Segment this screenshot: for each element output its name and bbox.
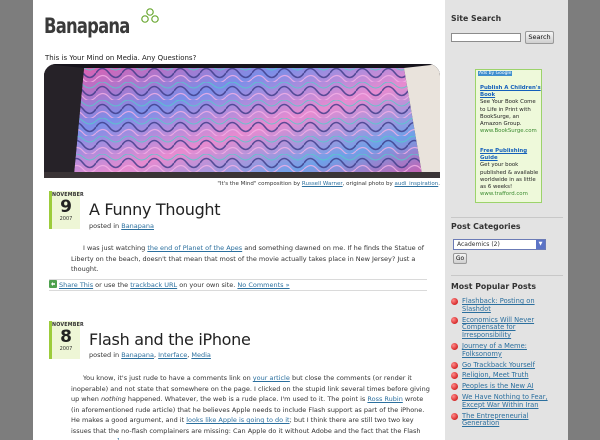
popular-post-title: The Entrepreneurial Generation <box>462 411 529 428</box>
post-paragraph: I was just watching the end of Planet of… <box>71 243 433 275</box>
caption-author-link[interactable]: Russell Warner <box>302 181 343 187</box>
share-text: on your own site. <box>177 281 238 289</box>
bullet-icon <box>451 383 458 391</box>
movie-link[interactable]: the end of Planet of the Apes <box>147 244 242 252</box>
trackback-link[interactable]: trackback URL <box>130 281 177 289</box>
popular-post-title: Go Trackback Yourself <box>462 360 536 369</box>
bullet-icon <box>451 393 458 401</box>
popular-post-title: Religion, Meet Truth <box>462 371 529 380</box>
category-select[interactable]: Academics (2) ▼ <box>453 239 546 250</box>
ad-text: See Your Book Come to Life in Print with… <box>480 99 536 128</box>
popular-post-link[interactable]: The Entrepreneurial Generation <box>451 411 563 429</box>
post-meta: posted in Banapana, Interface, Media <box>89 351 211 359</box>
bullet-icon <box>451 298 458 305</box>
popular-post-link[interactable]: We Have Nothing to Fear, Except War With… <box>451 392 563 410</box>
ad-text: Get your book published & available worl… <box>480 162 539 191</box>
category-select-value: Academics (2) <box>457 241 500 248</box>
main-column: Banapana This is Your Mind on Media. Any… <box>33 0 445 440</box>
bullet-icon <box>451 361 458 369</box>
ad-title[interactable]: Publish A Children's Book <box>480 85 542 99</box>
category-link[interactable]: Media <box>191 351 211 359</box>
apple-link[interactable]: looks like Apple is going to do it <box>186 416 289 424</box>
popular-post-title: Flashback: Posting on Slashdot <box>462 297 535 313</box>
banner-image <box>44 64 440 178</box>
post-year: 2007 <box>59 346 73 352</box>
popular-post-link[interactable]: Flashback: Posting on Slashdot <box>451 297 563 314</box>
ad-unit[interactable]: Free Publishing Guide Get your book publ… <box>480 148 542 198</box>
caption-text: , original photo by <box>342 181 395 187</box>
posted-in-label: posted in <box>89 222 120 230</box>
post-year: 2007 <box>59 216 73 222</box>
post-day: 8 <box>60 327 72 347</box>
select-arrow-icon: ▼ <box>536 240 545 249</box>
post-meta: posted in Banapana <box>89 222 154 230</box>
logo-mark-icon <box>141 8 159 23</box>
caption-photographer-link[interactable]: audi_inspiration <box>395 181 439 187</box>
caption-text: . <box>438 181 440 187</box>
body-text: I was just watching <box>83 244 148 252</box>
share-this-link[interactable]: Share This <box>59 281 93 289</box>
post-date-badge: NOVEMBER 8 2007 <box>49 321 84 359</box>
author-link[interactable]: Ross Rubin <box>367 395 402 403</box>
bullet-icon <box>451 342 458 350</box>
ads-by-google-label[interactable]: Ads by Google <box>478 71 513 76</box>
site-tagline: This is Your Mind on Media. Any Question… <box>45 54 197 62</box>
sidebar: Site Search Search Ads by Google Publish… <box>445 0 568 440</box>
body-text: You know, it's just rude to have a comme… <box>83 374 253 382</box>
post-body: You know, it's just rude to have a comme… <box>71 373 433 440</box>
bullet-icon <box>451 412 458 420</box>
category-link[interactable]: Banapana <box>121 222 154 230</box>
popular-post-title: Peoples is the New AI <box>462 382 534 391</box>
bullet-icon <box>451 372 458 380</box>
popular-post-link[interactable]: Journey of a Meme: Folksonomy <box>451 341 563 359</box>
post-body: I was just watching the end of Planet of… <box>71 243 433 275</box>
share-text: or use the <box>93 281 131 289</box>
page: Banapana This is Your Mind on Media. Any… <box>33 0 568 440</box>
site-search-heading: Site Search <box>451 14 502 23</box>
sidebar-divider <box>451 275 563 276</box>
search-input[interactable] <box>451 33 521 42</box>
popular-posts-list: Flashback: Posting on Slashdot Economics… <box>451 297 563 431</box>
category-link[interactable]: Interface <box>158 351 187 359</box>
caption-text: "It's the Mind" composition by <box>217 181 302 187</box>
popular-post-title: Economics Will Never Compensate for Irre… <box>462 315 535 340</box>
google-ads-box: Ads by Google Publish A Children's Book … <box>475 69 542 203</box>
post-date-badge: NOVEMBER 9 2007 <box>49 191 84 229</box>
logo-text: Banapana <box>44 14 130 38</box>
search-button[interactable]: Search <box>525 31 554 44</box>
popular-post-link[interactable]: Go Trackback Yourself <box>451 360 563 370</box>
popular-post-title: We Have Nothing to Fear, Except War With… <box>462 392 548 409</box>
movie-link-label: the end of Planet of the Apes <box>147 244 243 252</box>
sidebar-divider <box>451 217 563 218</box>
body-emphasis: nothing <box>100 395 126 403</box>
share-icon[interactable] <box>49 280 57 288</box>
bullet-icon <box>451 316 458 324</box>
popular-post-link[interactable]: Peoples is the New AI <box>451 382 563 391</box>
go-button[interactable]: Go <box>453 253 467 264</box>
ad-url[interactable]: www.BookSurge.com <box>480 128 542 135</box>
article-link[interactable]: your article <box>253 374 290 382</box>
popular-post-link[interactable]: Economics Will Never Compensate for Irre… <box>451 315 563 340</box>
body-text: happened. Whatever, the web is a rude pl… <box>125 395 368 403</box>
ad-unit[interactable]: Publish A Children's Book See Your Book … <box>480 85 542 135</box>
post-paragraph: You know, it's just rude to have a comme… <box>71 373 433 440</box>
ad-title[interactable]: Free Publishing Guide <box>480 148 542 162</box>
post-title-link[interactable]: Flash and the iPhone <box>89 330 251 349</box>
comments-link[interactable]: No Comments » <box>237 281 289 289</box>
ad-url[interactable]: www.trafford.com <box>480 191 542 198</box>
post-share-bar: Share This or use the trackback URL on y… <box>49 279 427 291</box>
post-day: 9 <box>60 197 72 217</box>
popular-post-title: Journey of a Meme: Folksonomy <box>462 341 527 358</box>
banner-art <box>44 64 440 178</box>
most-popular-heading: Most Popular Posts <box>451 282 536 291</box>
posted-in-label: posted in <box>89 351 120 359</box>
post-title-link[interactable]: A Funny Thought <box>89 200 221 219</box>
popular-post-link[interactable]: Religion, Meet Truth <box>451 371 563 380</box>
post-categories-heading: Post Categories <box>451 222 521 231</box>
category-link[interactable]: Banapana <box>121 351 154 359</box>
banner-caption: "It's the Mind" composition by Russell W… <box>217 181 440 187</box>
